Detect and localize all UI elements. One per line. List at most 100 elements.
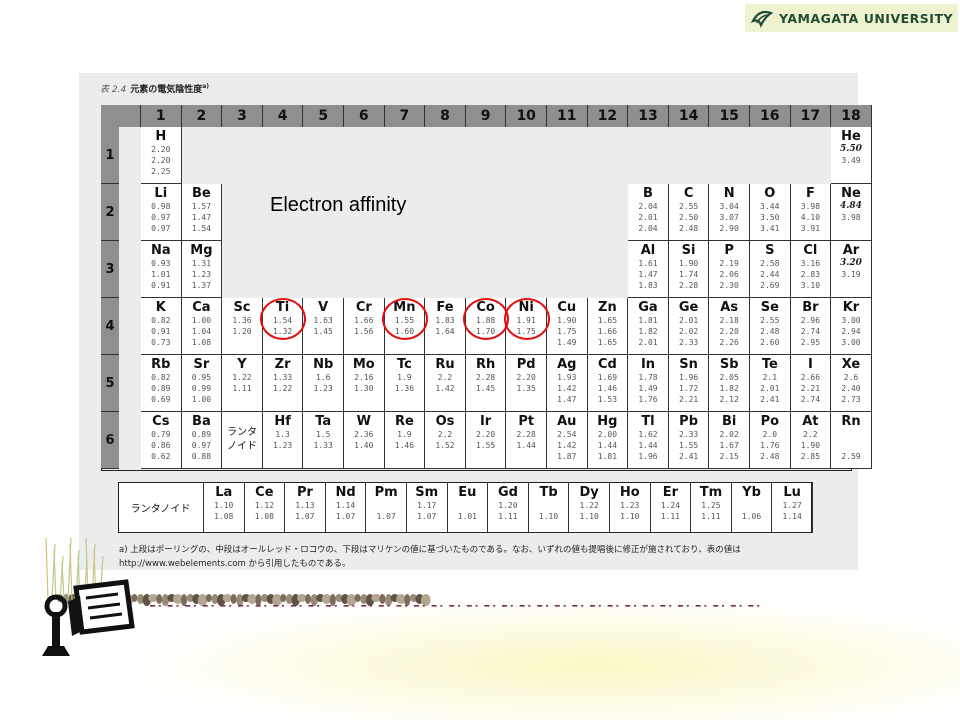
dash-mark <box>194 605 196 607</box>
element-cell-Ca: Ca 1.00 1.04 1.08 <box>181 298 223 355</box>
element-symbol: As <box>720 300 739 315</box>
electronegativity-value: 2.01 <box>638 338 658 347</box>
dash-mark <box>519 605 525 607</box>
dash-mark <box>334 605 337 607</box>
dash-mark <box>422 605 425 607</box>
element-symbol: Mg <box>190 243 213 258</box>
element-symbol: H <box>155 129 167 144</box>
dash-mark <box>678 605 683 607</box>
electronegativity-value: 1.47 <box>638 270 658 279</box>
pebble-dot <box>272 594 282 606</box>
dash-mark <box>528 605 531 607</box>
electronegativity-value <box>466 394 506 405</box>
electronegativity-value: 2.55 <box>760 316 780 325</box>
electronegativity-value: 1.08 <box>191 338 212 347</box>
table-number: 表 2.4 <box>100 85 127 95</box>
dash-mark <box>713 605 719 607</box>
group-header-4: 4 <box>262 105 304 127</box>
electronegativity-value: 2.20 <box>151 145 171 154</box>
electronegativity-value: 1.23 <box>313 384 333 393</box>
electronegativity-value <box>366 500 406 511</box>
electronegativity-value: 1.90 <box>557 316 577 325</box>
electronegativity-value <box>222 337 262 348</box>
group-header-10: 10 <box>506 105 547 127</box>
electronegativity-value: 2.41 <box>678 452 699 461</box>
electronegativity-value: 1.13 <box>295 501 315 510</box>
electronegativity-value: 2.69 <box>760 281 780 290</box>
element-cell-Bi: Bi 2.02 1.67 2.15 <box>709 412 750 469</box>
element-symbol: Lu <box>783 485 801 500</box>
element-cell-Ga: Ga 1.81 1.82 2.01 <box>628 298 669 355</box>
electronegativity-value: 1.76 <box>760 441 780 450</box>
electronegativity-value: 1.23 <box>191 270 212 279</box>
electronegativity-value: 2.55 <box>678 202 699 211</box>
element-cell-S: S 2.58 2.44 2.69 <box>750 241 791 298</box>
element-symbol: Y <box>237 357 247 372</box>
electronegativity-value: 1.22 <box>232 373 252 382</box>
electronegativity-value: 1.5 <box>315 430 331 439</box>
element-cell-Be: Be 1.57 1.47 1.54 <box>181 184 223 241</box>
element-cell-Sr: Sr 0.95 0.99 1.00 <box>181 355 223 412</box>
element-cell-Tc: Tc 1.9 1.36 <box>384 355 426 412</box>
element-symbol: Cu <box>557 300 577 315</box>
electronegativity-value: 1.64 <box>435 327 455 336</box>
electronegativity-value: 3.98 <box>841 213 861 222</box>
electronegativity-value: 2.28 <box>516 430 536 439</box>
element-symbol: Na <box>150 243 171 258</box>
dash-mark <box>220 605 226 607</box>
electronegativity-value: 1.45 <box>475 384 496 393</box>
electronegativity-value: 2.41 <box>760 395 780 404</box>
electronegativity-value <box>506 394 546 405</box>
electronegativity-value: 2.12 <box>719 395 739 404</box>
dash-mark <box>150 605 155 607</box>
electronegativity-value: 2.20 <box>516 373 536 382</box>
electronegativity-value: 1.42 <box>557 441 577 450</box>
electronegativity-value: 2.85 <box>800 452 821 461</box>
electronegativity-value: 1.81 <box>638 316 658 325</box>
element-cell-Mg: Mg 1.31 1.23 1.37 <box>181 241 223 298</box>
electronegativity-value <box>425 337 465 348</box>
element-symbol: Ne <box>841 186 861 201</box>
electronegativity-value: 2.30 <box>719 281 739 290</box>
electronegativity-value: 2.73 <box>841 395 861 404</box>
dash-mark <box>537 605 543 607</box>
element-symbol: Li <box>154 186 168 201</box>
electronegativity-value: 1.11 <box>232 384 252 393</box>
element-symbol: F <box>805 186 815 201</box>
period-label-5: 5 <box>101 355 119 412</box>
pebble-dot <box>421 594 431 606</box>
electronegativity-value: 2.02 <box>678 327 699 336</box>
electronegativity-value: 1.27 <box>782 501 802 510</box>
dash-mark <box>326 605 331 607</box>
electronegativity-value: 1.04 <box>191 327 212 336</box>
dash-mark <box>449 605 455 607</box>
electronegativity-value: 0.82 <box>151 316 171 325</box>
electronegativity-value: 1.45 <box>313 327 333 336</box>
element-cell-Tl: Tl 1.62 1.44 1.96 <box>628 412 669 469</box>
electronegativity-value: 2.20 <box>719 327 739 336</box>
electronegativity-value: 1.76 <box>638 395 658 404</box>
element-symbol: Bi <box>722 414 737 429</box>
electronegativity-value: 3.20 <box>840 258 862 268</box>
electronegativity-value: 2.59 <box>841 452 861 461</box>
university-logo: YAMAGATA UNIVERSITY <box>745 4 958 32</box>
electronegativity-value: 1.57 <box>191 202 212 211</box>
electronegativity-value: 2.16 <box>354 373 374 382</box>
electronegativity-value: 1.56 <box>354 327 374 336</box>
electronegativity-value: 3.07 <box>719 213 739 222</box>
leaf-logo-icon <box>751 10 773 28</box>
element-cell-Au: Au 2.54 1.42 1.87 <box>547 412 588 469</box>
electronegativity-value <box>448 500 488 511</box>
element-cell-Pd: Pd 2.20 1.35 <box>506 355 547 412</box>
element-cell-Cs: Cs 0.79 0.86 0.62 <box>141 412 182 469</box>
electronegativity-value: 1.44 <box>638 441 658 450</box>
electronegativity-value: 1.44 <box>597 441 618 450</box>
pebble-dot <box>346 594 357 606</box>
element-cell-Ar: Ar 3.20 3.19 <box>831 241 872 298</box>
highlight-circle-Ti <box>260 298 307 340</box>
electronegativity-value <box>303 451 343 462</box>
element-symbol: Yb <box>742 485 761 500</box>
pebble-dot <box>181 594 187 606</box>
dash-mark <box>651 605 654 607</box>
electronegativity-value: 2.21 <box>678 395 699 404</box>
